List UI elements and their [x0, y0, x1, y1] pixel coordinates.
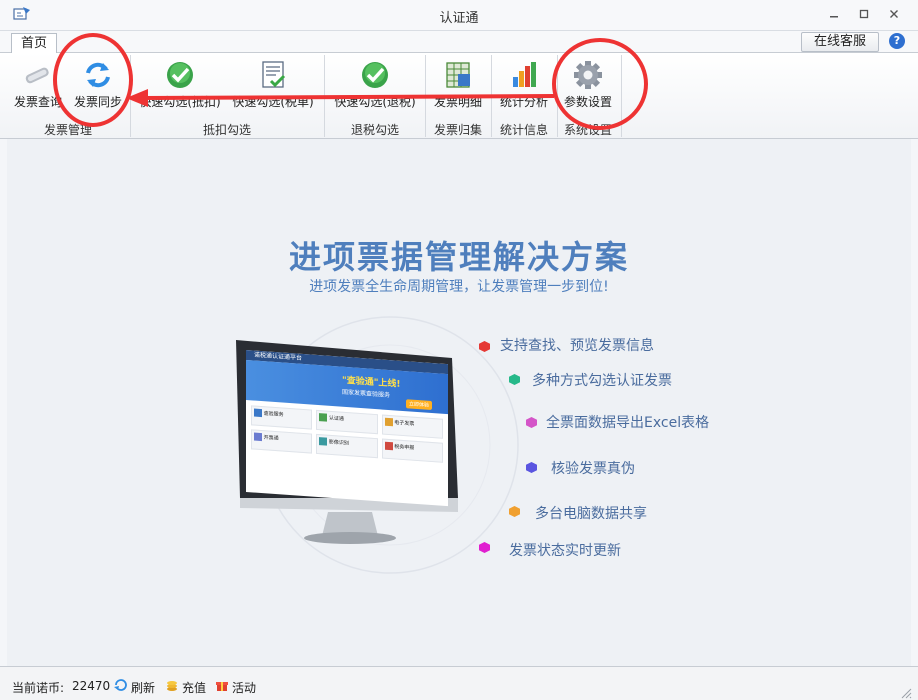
- annotation-circle-sync: [53, 33, 133, 127]
- screen-app-tile: 开票通: [251, 429, 313, 454]
- group-label-deduction: 抵扣勾选: [202, 123, 251, 137]
- help-icon[interactable]: ?: [889, 33, 905, 49]
- tab-bar: 首页 在线客服 ?: [0, 31, 918, 54]
- monitor-illustration: 诺税通认证通平台 "查验通"上线! 国家发票查验服务 立即体验 查验服务 认证通…: [232, 340, 472, 550]
- feature-multi-pc-share: 多台电脑数据共享: [535, 506, 647, 522]
- tab-home[interactable]: 首页: [11, 33, 57, 54]
- online-service-button[interactable]: 在线客服: [801, 32, 879, 52]
- hero-subtitle: 进项发票全生命周期管理，让发票管理一步到位!: [309, 279, 609, 295]
- resize-grip-icon[interactable]: [900, 687, 912, 699]
- status-bar: 当前诺币: 22470 刷新 充值 活动: [0, 666, 918, 700]
- feature-export-excel: 全票面数据导出Excel表格: [546, 415, 710, 431]
- coins-label: 当前诺币:: [12, 681, 65, 695]
- screen-app-tile: 查验服务: [251, 405, 313, 430]
- screen-app-tile: 认证通: [316, 409, 378, 435]
- screen-app-tile: 税务申报: [381, 438, 443, 463]
- hero-title: 进项票据管理解决方案: [288, 238, 629, 276]
- monitor-screen: 诺税通认证通平台 "查验通"上线! 国家发票查验服务 立即体验 查验服务 认证通…: [246, 350, 448, 507]
- feature-select-certify: 多种方式勾选认证发票: [532, 373, 672, 389]
- group-label-invoice-management: 发票管理: [43, 123, 92, 137]
- feature-verify-authenticity: 核验发票真伪: [551, 461, 635, 477]
- annotation-circle-settings: [552, 38, 648, 130]
- title-bar: 认证通: [0, 0, 918, 31]
- minimize-button[interactable]: [825, 6, 843, 24]
- invoice-search-icon: [25, 67, 49, 84]
- coins-value: 22470: [72, 679, 111, 693]
- refresh-icon[interactable]: [114, 678, 128, 692]
- activity-link[interactable]: 活动: [232, 679, 256, 696]
- maximize-button[interactable]: [855, 6, 873, 24]
- recharge-link[interactable]: 充值: [182, 679, 206, 696]
- close-icon: [890, 10, 898, 18]
- group-label-collection: 发票归集: [433, 123, 482, 137]
- refresh-link[interactable]: 刷新: [131, 679, 155, 696]
- screen-app-tile: 电子发票: [381, 414, 443, 439]
- minimize-icon: [830, 16, 838, 18]
- group-label-refund: 退税勾选: [350, 123, 399, 137]
- feature-search-preview: 支持查找、预览发票信息: [500, 338, 654, 354]
- screen-banner-action: 立即体验: [406, 399, 433, 411]
- group-label-statistics: 统计信息: [499, 123, 548, 137]
- screen-app-tile: 影像识别: [316, 433, 378, 459]
- gift-icon[interactable]: [215, 678, 229, 692]
- window-title: 认证通: [439, 11, 479, 26]
- annotation-arrow-icon: [126, 89, 555, 107]
- feature-realtime-status: 发票状态实时更新: [509, 543, 621, 559]
- close-button[interactable]: [885, 6, 903, 24]
- coin-stack-icon[interactable]: [165, 678, 179, 692]
- maximize-icon: [859, 9, 869, 19]
